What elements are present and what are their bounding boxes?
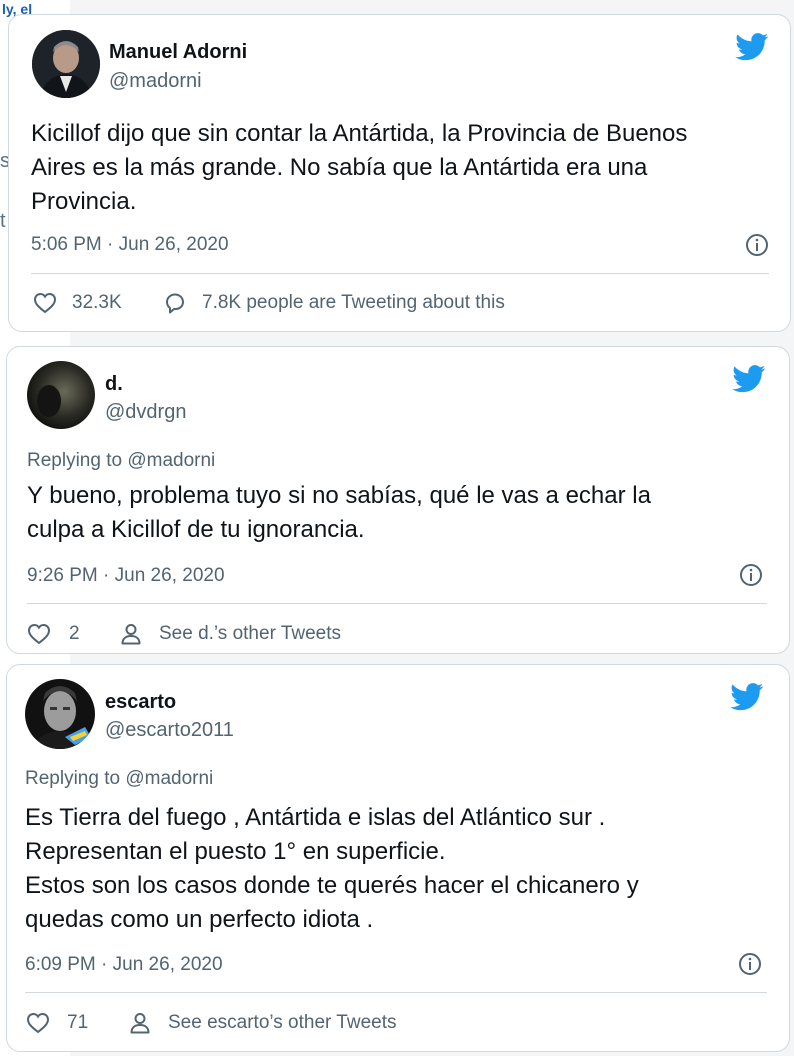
tweet-text: Es Tierra del fuego , Antártida e islas … bbox=[25, 801, 639, 937]
divider bbox=[31, 273, 769, 274]
author-name[interactable]: d. bbox=[105, 373, 123, 396]
author-handle[interactable]: @dvdrgn bbox=[105, 401, 186, 424]
tweet-card-escarto[interactable]: escarto @escarto2011 Replying to @madorn… bbox=[6, 664, 790, 1052]
tweet-text-line: Aires es la más grande. No sabía que la … bbox=[31, 154, 648, 181]
author-name[interactable]: Manuel Adorni bbox=[109, 41, 247, 64]
see-other-tweets-link[interactable]: See escarto’s other Tweets bbox=[168, 1012, 396, 1034]
tweet-text-line: quedas como un perfecto idiota . bbox=[25, 906, 374, 933]
person-icon[interactable] bbox=[119, 622, 143, 646]
twitter-bird-icon[interactable] bbox=[730, 683, 764, 711]
tweet-text: Y bueno, problema tuyo si no sabías, qué… bbox=[27, 479, 651, 547]
see-other-tweets-link[interactable]: See d.’s other Tweets bbox=[159, 623, 341, 645]
info-icon[interactable] bbox=[738, 952, 762, 976]
divider bbox=[25, 992, 767, 993]
tweet-text-line: Es Tierra del fuego , Antártida e islas … bbox=[25, 804, 606, 831]
avatar-photo-icon bbox=[25, 679, 95, 749]
edge-fragment-mid2: t bbox=[0, 210, 6, 232]
author-name[interactable]: escarto bbox=[105, 691, 176, 714]
tweet-text-line: Provincia. bbox=[31, 188, 137, 215]
tweet-card-dvdrgn[interactable]: d. @dvdrgn Replying to @madorni Y bueno,… bbox=[6, 346, 790, 654]
like-count[interactable]: 32.3K bbox=[72, 292, 122, 314]
tweet-timestamp[interactable]: 9:26 PM · Jun 26, 2020 bbox=[27, 565, 225, 587]
like-count[interactable]: 2 bbox=[69, 623, 80, 645]
avatar[interactable] bbox=[32, 30, 100, 98]
replying-to[interactable]: Replying to @madorni bbox=[25, 768, 213, 790]
tweet-timestamp[interactable]: 6:09 PM · Jun 26, 2020 bbox=[25, 954, 223, 976]
tweet-timestamp[interactable]: 5:06 PM · Jun 26, 2020 bbox=[31, 234, 229, 256]
twitter-bird-icon[interactable] bbox=[735, 33, 769, 61]
reply-bubble-icon[interactable] bbox=[163, 291, 187, 315]
tweet-text-line: Kicillof dijo que sin contar la Antártid… bbox=[31, 120, 688, 147]
twitter-bird-icon[interactable] bbox=[732, 365, 766, 393]
avatar-photo-icon bbox=[27, 361, 95, 429]
tweet-text-line: culpa a Kicillof de tu ignorancia. bbox=[27, 516, 365, 543]
info-icon[interactable] bbox=[745, 233, 769, 257]
replying-to[interactable]: Replying to @madorni bbox=[27, 450, 215, 472]
author-handle[interactable]: @escarto2011 bbox=[105, 719, 234, 742]
avatar[interactable] bbox=[25, 679, 95, 749]
avatar[interactable] bbox=[27, 361, 95, 429]
like-count[interactable]: 71 bbox=[67, 1012, 88, 1034]
heart-icon[interactable] bbox=[33, 291, 57, 315]
tweet-card-adorni[interactable]: Manuel Adorni @madorni Kicillof dijo que… bbox=[8, 14, 791, 332]
avatar-photo-icon bbox=[32, 30, 100, 98]
tweet-text-line: Representan el puesto 1° en superficie. bbox=[25, 838, 446, 865]
info-icon[interactable] bbox=[739, 563, 763, 587]
tweeting-about-link[interactable]: 7.8K people are Tweeting about this bbox=[202, 292, 505, 314]
divider bbox=[27, 603, 767, 604]
heart-icon[interactable] bbox=[26, 1011, 50, 1035]
heart-icon[interactable] bbox=[27, 622, 51, 646]
author-handle[interactable]: @madorni bbox=[109, 70, 202, 93]
tweet-text: Kicillof dijo que sin contar la Antártid… bbox=[31, 117, 687, 219]
tweet-text-line: Estos son los casos donde te querés hace… bbox=[25, 872, 639, 899]
person-icon[interactable] bbox=[128, 1011, 152, 1035]
tweet-text-line: Y bueno, problema tuyo si no sabías, qué… bbox=[27, 482, 651, 509]
